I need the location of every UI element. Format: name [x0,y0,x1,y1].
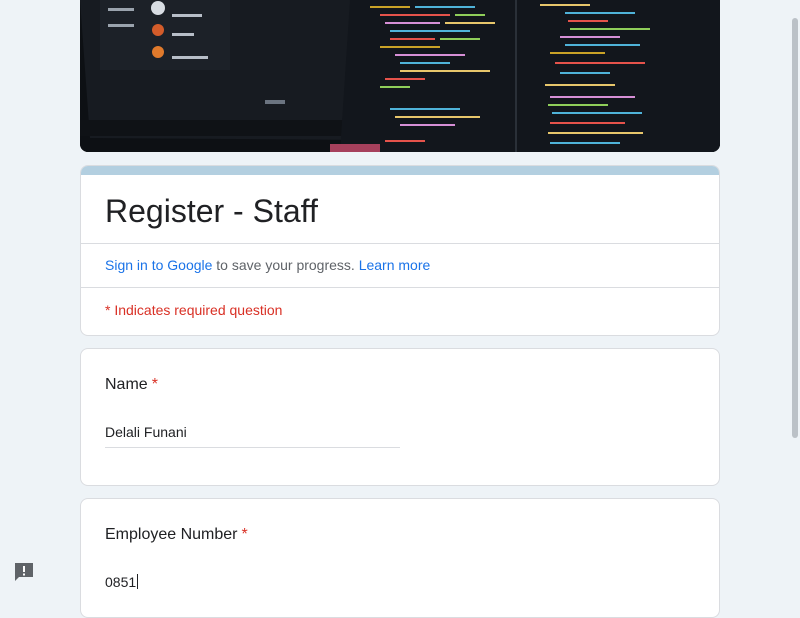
employee-number-input-value: 0851 [105,574,137,590]
required-note: * Indicates required question [105,302,283,318]
required-asterisk: * [241,526,248,543]
code-screen-image [80,0,720,152]
question-card-employee-number: Employee Number * 0851 [80,498,720,618]
question-title: Name [105,376,148,393]
form-header-card: Register - Staff Sign in to Google to sa… [80,165,720,336]
question-title: Employee Number [105,526,238,543]
signin-row: Sign in to Google to save your progress.… [81,244,719,287]
question-label: Name * [105,373,695,397]
required-asterisk: * [151,376,158,393]
question-card-name: Name * Delali Funani [80,348,720,486]
report-problem-icon [15,563,33,581]
question-label: Employee Number * [105,523,695,547]
header-banner-image [80,0,720,152]
learn-more-link[interactable]: Learn more [359,257,431,273]
form-container: Register - Staff Sign in to Google to sa… [80,0,720,618]
sign-in-link[interactable]: Sign in to Google [105,257,212,273]
name-input-value: Delali Funani [105,424,187,440]
name-input[interactable]: Delali Funani [105,423,400,448]
form-title: Register - Staff [105,193,318,229]
signin-text: to save your progress. [212,257,359,273]
page-scrollbar[interactable] [792,18,798,438]
text-caret [137,574,139,589]
report-problem-button[interactable] [12,560,36,584]
title-accent-bar [81,166,719,175]
employee-number-input[interactable]: 0851 [105,573,400,597]
